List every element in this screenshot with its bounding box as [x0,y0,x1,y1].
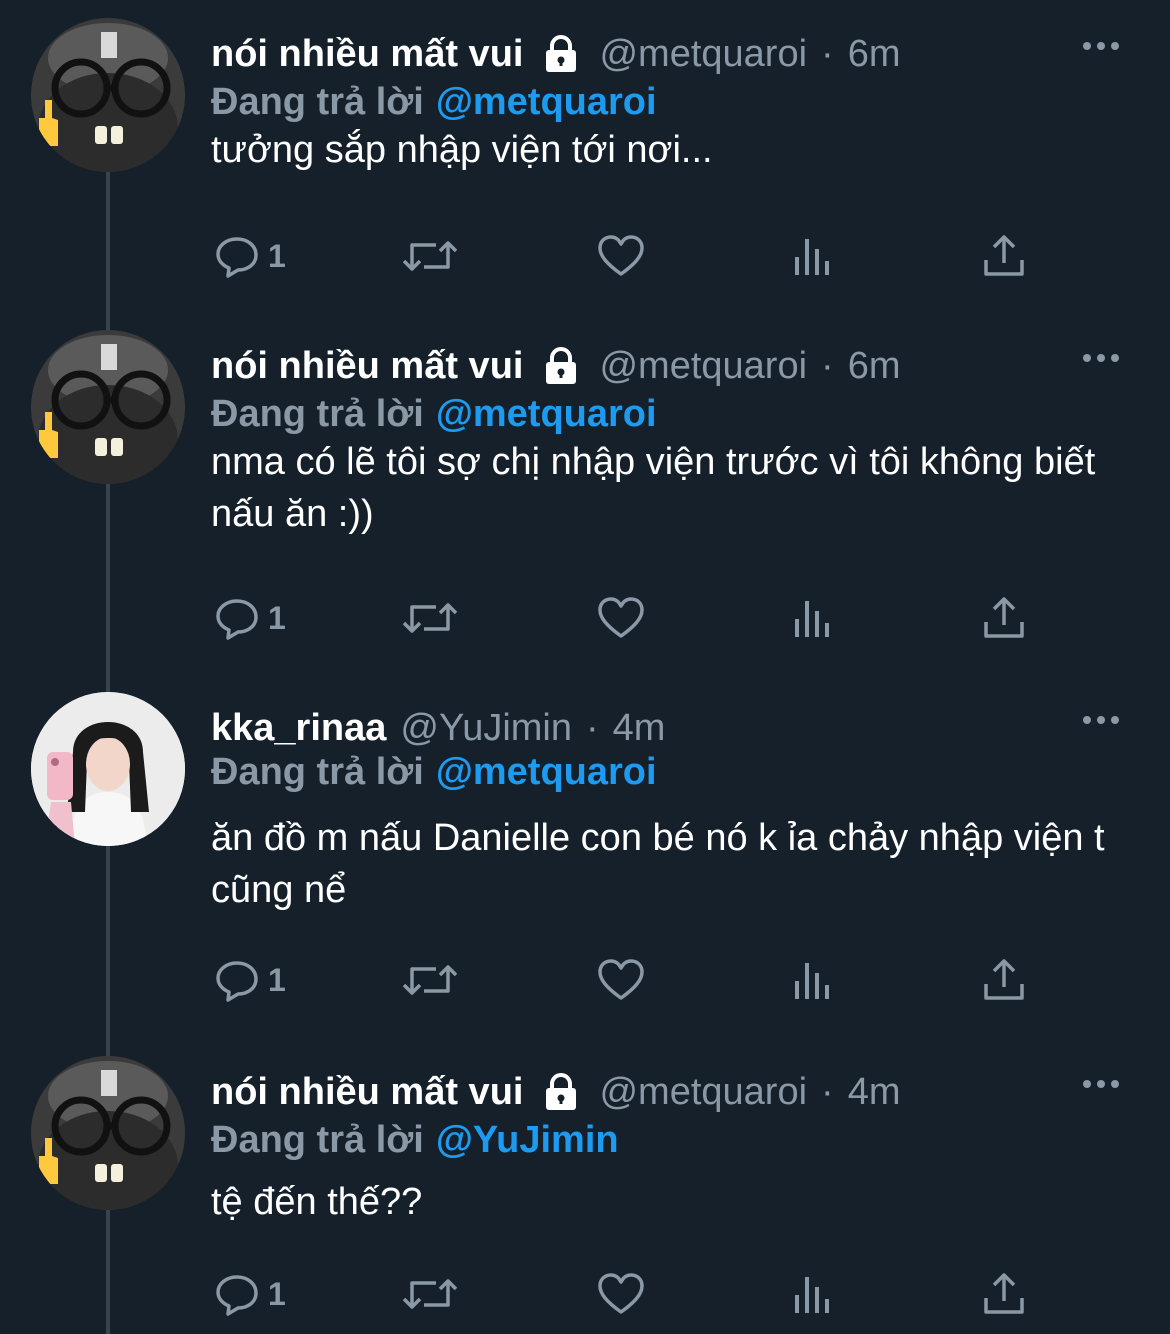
retweet-button[interactable] [402,588,458,648]
heart-icon [598,597,644,638]
avatar[interactable] [31,18,185,172]
reply-button[interactable]: 1 [214,950,286,1010]
replying-to: Đang trả lời @metquaroi [211,78,657,126]
retweet-icon [402,1279,458,1309]
heart-icon [598,959,644,1000]
share-button[interactable] [981,226,1027,286]
more-icon[interactable] [1076,700,1126,740]
retweet-icon [402,241,458,271]
reply-count: 1 [268,1275,286,1312]
reply-icon [216,599,258,640]
share-button[interactable] [981,588,1027,648]
lock-icon [541,34,581,74]
replying-to-label: Đang trả lời [211,751,424,793]
mention-link[interactable]: @metquaroi [436,393,657,435]
like-button[interactable] [597,226,645,286]
handle[interactable]: @metquaroi [599,1068,807,1116]
tweet-text: tệ đến thế?? [211,1181,423,1223]
share-button[interactable] [981,950,1027,1010]
share-icon [984,597,1024,638]
replying-to: Đang trả lời @metquaroi [211,390,657,438]
girl-avatar-image [31,692,185,846]
timestamp[interactable]: 6m [848,30,901,78]
retweet-icon [402,603,458,633]
cat-avatar-image [31,1056,185,1210]
share-icon [984,959,1024,1000]
views-button[interactable] [793,588,833,648]
more-icon[interactable] [1076,1064,1126,1104]
views-button[interactable] [793,950,833,1010]
display-name[interactable]: nói nhiều mất vui [211,30,523,78]
display-name[interactable]: nói nhiều mất vui [211,342,523,390]
separator: · [821,33,834,75]
mention-link[interactable]: @YuJimin [436,1119,619,1161]
heart-icon [598,235,644,276]
reply-count: 1 [268,961,286,998]
mention-link[interactable]: @metquaroi [436,81,657,123]
views-button[interactable] [793,226,833,286]
reply-button[interactable]: 1 [214,226,286,286]
lock-icon [541,1072,581,1112]
tweet-header: nói nhiều mất vui @metquaroi · 4m [211,1068,900,1116]
tweet-text: nma có lẽ tôi sợ chị nhập viện trước vì … [211,441,1096,535]
action-bar: 1 [0,950,1170,1010]
reply-count: 1 [268,599,286,636]
views-icon [795,239,829,275]
reply-button[interactable]: 1 [214,588,286,648]
like-button[interactable] [597,950,645,1010]
share-icon [984,1273,1024,1314]
views-icon [795,601,829,637]
retweet-button[interactable] [402,950,458,1010]
avatar[interactable] [31,330,185,484]
reply-button[interactable]: 1 [214,1264,286,1324]
more-icon[interactable] [1076,26,1126,66]
views-icon [795,963,829,999]
lock-icon [541,346,581,386]
mention-link[interactable]: @metquaroi [436,751,657,793]
action-bar: 1 [0,226,1170,286]
replying-to: Đang trả lời @YuJimin [211,1116,619,1164]
tweet-header: kka_rinaa @YuJimin · 4m [211,704,665,752]
tweet-header: nói nhiều mất vui @metquaroi · 6m [211,30,900,78]
tweet-text: tưởng sắp nhập viện tới nơi... [211,129,713,171]
separator: · [821,345,834,387]
replying-to-label: Đang trả lời [211,393,424,435]
cat-avatar-image [31,18,185,172]
retweet-button[interactable] [402,1264,458,1324]
tweet-header: nói nhiều mất vui @metquaroi · 6m [211,342,900,390]
replying-to-label: Đang trả lời [211,1119,424,1161]
handle[interactable]: @metquaroi [599,342,807,390]
timestamp[interactable]: 4m [848,1068,901,1116]
replying-to: Đang trả lời @metquaroi [211,748,657,796]
retweet-button[interactable] [402,226,458,286]
action-bar: 1 [0,1264,1170,1324]
action-bar: 1 [0,588,1170,648]
views-icon [795,1277,829,1313]
views-button[interactable] [793,1264,833,1324]
cat-avatar-image [31,330,185,484]
display-name[interactable]: kka_rinaa [211,704,386,752]
avatar[interactable] [31,692,185,846]
display-name[interactable]: nói nhiều mất vui [211,1068,523,1116]
separator: · [586,707,599,749]
avatar[interactable] [31,1056,185,1210]
like-button[interactable] [597,588,645,648]
reply-icon [216,961,258,1002]
reply-icon [216,1275,258,1316]
retweet-icon [402,965,458,995]
separator: · [821,1071,834,1113]
reply-count: 1 [268,237,286,274]
share-button[interactable] [981,1264,1027,1324]
more-icon[interactable] [1076,338,1126,378]
heart-icon [598,1273,644,1314]
replying-to-label: Đang trả lời [211,81,424,123]
like-button[interactable] [597,1264,645,1324]
handle[interactable]: @YuJimin [400,704,572,752]
tweet-text: ăn đồ m nấu Danielle con bé nó k ỉa chảy… [211,817,1105,911]
share-icon [984,235,1024,276]
timestamp[interactable]: 6m [848,342,901,390]
reply-icon [216,237,258,278]
timestamp[interactable]: 4m [613,704,666,752]
handle[interactable]: @metquaroi [599,30,807,78]
